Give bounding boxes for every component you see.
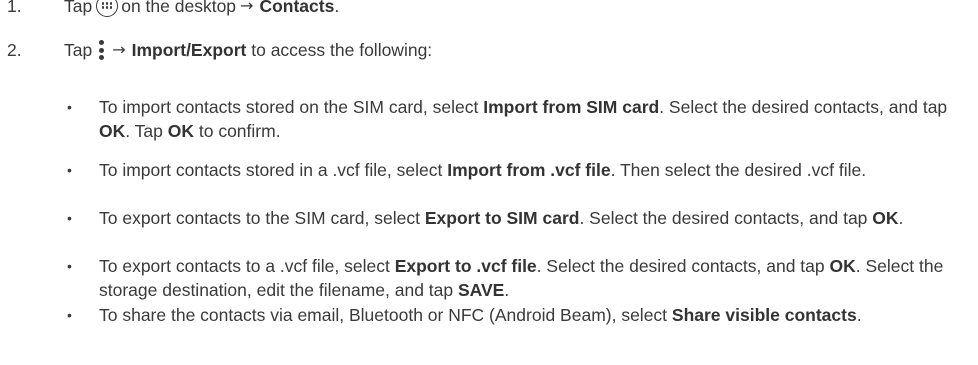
bullet-marker: • <box>67 210 72 226</box>
button-name: OK <box>167 121 194 141</box>
text-run: To import contacts stored on the SIM car… <box>99 97 484 117</box>
text-run: . Select the desired contacts, and tap <box>579 208 873 228</box>
bullet-marker: • <box>67 258 72 274</box>
step-number: 2. <box>7 40 22 60</box>
button-name: OK <box>99 121 126 141</box>
option-name: Export to SIM card <box>424 208 580 228</box>
apps-icon <box>96 0 119 17</box>
text-run: . Select the desired contacts, and tap <box>536 256 830 276</box>
list-item-text: To export contacts to the SIM card, sele… <box>99 206 969 230</box>
text-run: To export contacts to the SIM card, sele… <box>99 208 425 228</box>
text-run: . <box>898 208 904 228</box>
step-text-part: . <box>334 0 340 16</box>
button-name: OK <box>829 256 856 276</box>
text-run: to confirm. <box>194 121 281 141</box>
step-text-part: on the desktop <box>121 0 237 16</box>
step-number: 1. <box>7 0 22 16</box>
text-run: . <box>504 280 510 300</box>
text-run: To import contacts stored in a .vcf file… <box>99 160 448 180</box>
text-run: To share the contacts via email, Bluetoo… <box>99 305 672 325</box>
step-target: Contacts <box>259 0 335 16</box>
text-run: To export contacts to a .vcf file, selec… <box>99 256 395 276</box>
arrow-right-icon: → <box>112 40 126 59</box>
step-text-part: Tap <box>64 0 93 16</box>
button-name: SAVE <box>458 280 505 300</box>
option-name: Share visible contacts <box>671 305 857 325</box>
step-text: Tap → Import/Export to access the follow… <box>64 38 432 62</box>
more-vertical-icon <box>98 39 106 61</box>
instructions-page: 1. Tap on the desktop → Contacts. 2. Tap <box>0 0 978 365</box>
step-text: Tap on the desktop → Contacts. <box>64 0 339 18</box>
text-run: . <box>856 305 862 325</box>
step-text-part: to access the following: <box>251 40 433 60</box>
option-name: Export to .vcf file <box>394 256 537 276</box>
option-name: Import from .vcf file <box>447 160 611 180</box>
step-target: Import/Export <box>131 40 247 60</box>
text-run: . Then select the desired .vcf file. <box>610 160 867 180</box>
option-name: Import from SIM card <box>483 97 660 117</box>
text-run: . Select the desired contacts, and tap <box>659 97 948 117</box>
text-run: . Tap <box>125 121 168 141</box>
list-item-text: To import contacts stored in a .vcf file… <box>99 158 969 182</box>
step-text-part: Tap <box>64 40 93 60</box>
bullet-marker: • <box>67 307 72 323</box>
bullet-marker: • <box>67 99 72 115</box>
bullet-marker: • <box>67 162 72 178</box>
list-item-text: To share the contacts via email, Bluetoo… <box>99 303 969 327</box>
arrow-right-icon: → <box>240 0 254 15</box>
button-name: OK <box>872 208 899 228</box>
list-item-text: To export contacts to a .vcf file, selec… <box>99 254 969 302</box>
list-item-text: To import contacts stored on the SIM car… <box>99 95 969 143</box>
